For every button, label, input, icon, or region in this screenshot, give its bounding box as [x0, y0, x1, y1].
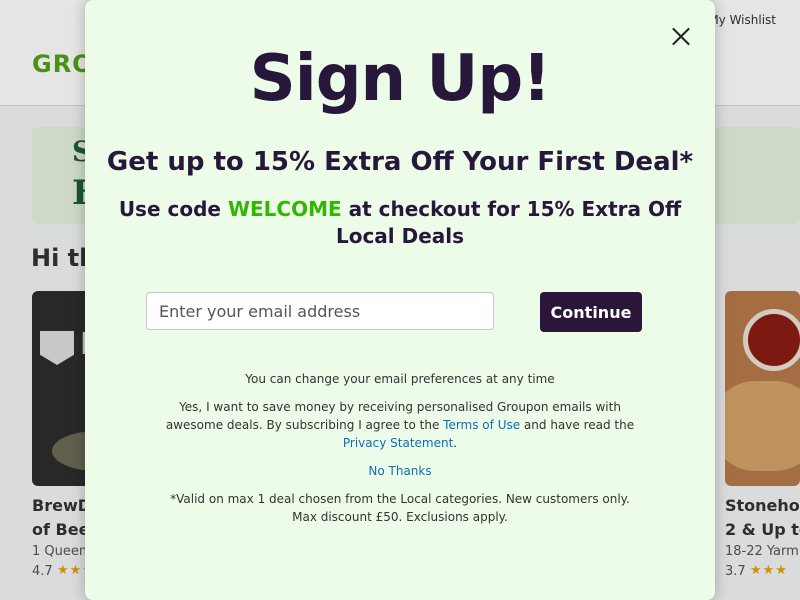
no-thanks-container: No Thanks: [165, 462, 635, 480]
no-thanks-link[interactable]: No Thanks: [368, 464, 431, 478]
terms-link[interactable]: Terms of Use: [443, 418, 520, 432]
promo-code-text: Use code WELCOME at checkout for 15% Ext…: [118, 197, 682, 248]
consent-text: Yes, I want to save money by receiving p…: [165, 400, 635, 450]
signup-modal: Sign Up! Get up to 15% Extra Off Your Fi…: [85, 0, 715, 600]
modal-subtitle: Get up to 15% Extra Off Your First Deal*: [106, 147, 694, 177]
privacy-link[interactable]: Privacy Statement: [343, 436, 453, 450]
continue-button[interactable]: Continue: [540, 292, 642, 332]
preferences-note: You can change your email preferences at…: [245, 372, 555, 386]
email-input[interactable]: [146, 292, 494, 330]
promo-code: WELCOME: [227, 197, 342, 221]
modal-title: Sign Up!: [249, 42, 552, 116]
disclaimer: *Valid on max 1 deal chosen from the Loc…: [170, 492, 630, 524]
